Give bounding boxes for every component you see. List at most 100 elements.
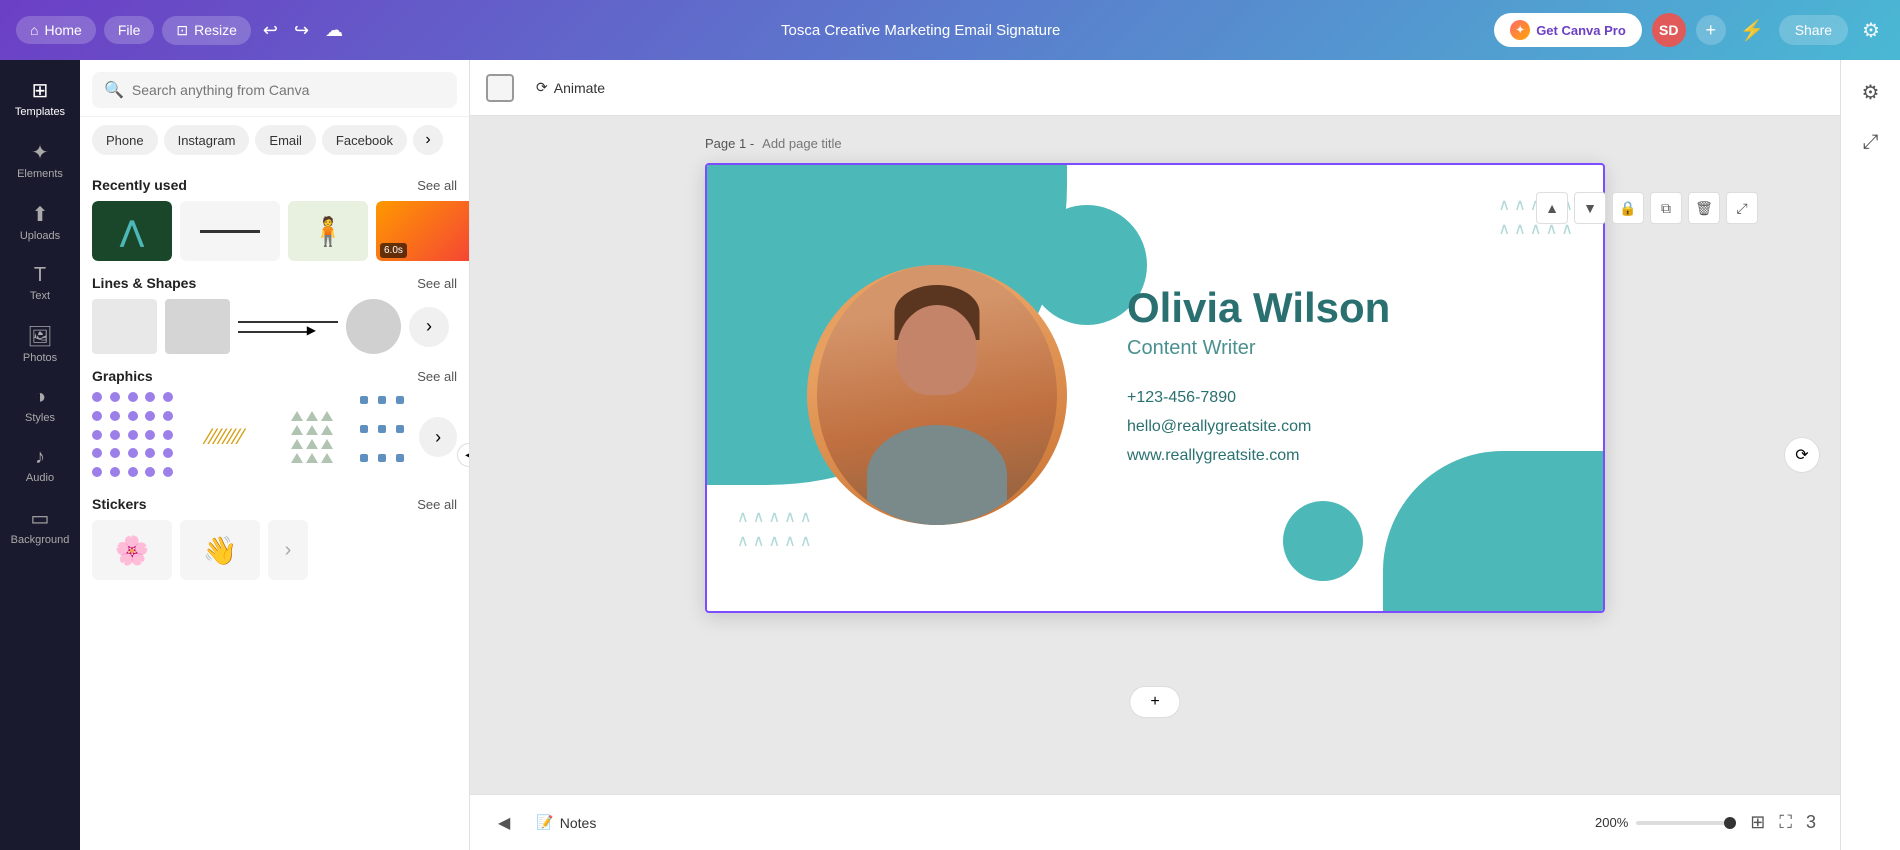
- zoom-thumb[interactable]: [1724, 817, 1736, 829]
- zoom-level: 200%: [1595, 815, 1628, 830]
- search-input-wrap[interactable]: 🔍: [92, 72, 457, 108]
- graphics-see-all[interactable]: See all: [417, 369, 457, 384]
- header-right: ✦ Get Canva Pro SD + ⚡ Share ⚙: [1494, 13, 1884, 47]
- lines-group[interactable]: [238, 321, 338, 333]
- graphic-dot-pattern-purple[interactable]: [92, 392, 177, 482]
- page-count-button[interactable]: 3: [1802, 808, 1820, 837]
- sidebar-item-templates[interactable]: ⊞ Templates: [4, 68, 76, 128]
- sidebar-item-elements[interactable]: ✦ Elements: [4, 130, 76, 190]
- recent-thumb-2[interactable]: [180, 201, 280, 261]
- uploads-icon: ⬆: [32, 202, 49, 227]
- add-page-icon: +: [1150, 693, 1159, 711]
- elements-icon: ✦: [32, 140, 49, 165]
- activity-button[interactable]: ⚡: [1736, 14, 1769, 47]
- search-icon: 🔍: [104, 80, 124, 100]
- shape-square[interactable]: [92, 299, 157, 354]
- shape-circle[interactable]: [346, 299, 401, 354]
- recently-used-see-all[interactable]: See all: [417, 178, 457, 193]
- contact-info: +123-456-7890 hello@reallygreatsite.com …: [1127, 384, 1390, 470]
- canvas-area: ⟳ Animate Page 1 - ▲ ▼ 🔒 ⧉ 🗑 ⤢: [470, 60, 1840, 850]
- user-avatar-button[interactable]: SD: [1652, 13, 1686, 47]
- graphic-dot-grid-blue[interactable]: [356, 392, 413, 482]
- sidebar-item-styles[interactable]: ◑ Styles: [4, 376, 76, 434]
- lines-shapes-header: Lines & Shapes See all: [92, 275, 457, 291]
- filter-tab-phone[interactable]: Phone: [92, 125, 158, 155]
- home-icon: ⌂: [30, 22, 38, 38]
- zoom-track[interactable]: [1636, 821, 1736, 825]
- main-area: ⊞ Templates ✦ Elements ⬆ Uploads T Text …: [0, 60, 1900, 850]
- sidebar-item-background[interactable]: ▭ Background: [4, 496, 76, 556]
- person-body: [867, 425, 1007, 525]
- delete-button[interactable]: 🗑: [1688, 192, 1720, 224]
- recently-used-grid: ⋀ 🧍 6.0s: [92, 201, 457, 261]
- home-button[interactable]: ⌂ Home: [16, 16, 96, 44]
- add-page-button[interactable]: +: [1129, 686, 1180, 718]
- graphics-grid: ⁄⁄⁄⁄⁄⁄⁄⁄: [92, 392, 457, 482]
- lock-button[interactable]: 🔒: [1612, 192, 1644, 224]
- sidebar-item-text[interactable]: T Text: [4, 254, 76, 312]
- graphic-triangle-pattern[interactable]: [274, 392, 350, 482]
- recent-thumb-1[interactable]: ⋀: [92, 201, 172, 261]
- profile-photo[interactable]: [807, 265, 1067, 525]
- get-canva-pro-button[interactable]: ✦ Get Canva Pro: [1494, 13, 1642, 47]
- redo-button[interactable]: ↪: [290, 16, 313, 45]
- expand-button[interactable]: ⤢: [1726, 192, 1758, 224]
- phone-number: +123-456-7890: [1127, 384, 1390, 413]
- file-button[interactable]: File: [104, 16, 155, 44]
- right-panel-button-2[interactable]: ⤢: [1855, 123, 1887, 162]
- page-up-button[interactable]: ▲: [1536, 192, 1568, 224]
- grid-view-button[interactable]: ⊞: [1746, 808, 1769, 837]
- resize-button[interactable]: ⊡ Resize: [162, 16, 251, 45]
- share-button[interactable]: Share: [1779, 15, 1848, 45]
- shapes-more-button[interactable]: ›: [409, 307, 449, 347]
- zoom-bar: 200%: [1595, 815, 1736, 830]
- design-canvas[interactable]: ∧∧∧∧∧ ∧∧∧∧∧ ∧∧∧∧∧ ∧∧∧∧∧ Olivia Wilson Co…: [705, 163, 1605, 613]
- canvas-toolbar: ⟳ Animate: [470, 60, 1840, 116]
- page-label: Page 1 -: [705, 136, 754, 151]
- filter-tab-more-button[interactable]: ›: [413, 125, 443, 155]
- recent-thumb-3[interactable]: 🧍: [288, 201, 368, 261]
- sticker-thumb-1[interactable]: 🌸: [92, 520, 172, 580]
- recently-used-header: Recently used See all: [92, 177, 457, 193]
- settings-button[interactable]: ⚙: [1858, 14, 1884, 47]
- canva-pro-icon: ✦: [1510, 20, 1530, 40]
- sidebar-item-photos[interactable]: 🖼 Photos: [4, 314, 76, 374]
- cloud-save-button[interactable]: ☁: [321, 16, 347, 45]
- filter-tab-email[interactable]: Email: [255, 125, 316, 155]
- fullscreen-button[interactable]: ⛶: [1775, 808, 1796, 837]
- animate-button[interactable]: ⟳ Animate: [526, 73, 615, 102]
- recent-thumb-4[interactable]: 6.0s: [376, 201, 469, 261]
- sidebar-item-uploads[interactable]: ⬆ Uploads: [4, 192, 76, 252]
- stickers-see-all[interactable]: See all: [417, 497, 457, 512]
- filter-tab-instagram[interactable]: Instagram: [164, 125, 250, 155]
- graphic-slash-pattern[interactable]: ⁄⁄⁄⁄⁄⁄⁄⁄: [183, 392, 268, 482]
- icon-nav: ⊞ Templates ✦ Elements ⬆ Uploads T Text …: [0, 60, 80, 850]
- search-input[interactable]: [132, 82, 445, 98]
- line-solid[interactable]: [238, 321, 338, 323]
- right-panel-button-1[interactable]: ⚙: [1854, 72, 1888, 113]
- teal-bottom-right-blob: [1383, 451, 1603, 611]
- graphics-more-button[interactable]: ›: [419, 417, 457, 457]
- line-arrow[interactable]: [238, 331, 338, 333]
- page-down-button[interactable]: ▼: [1574, 192, 1606, 224]
- recently-used-title: Recently used: [92, 177, 187, 193]
- collapse-button[interactable]: ◀: [490, 809, 518, 837]
- background-color-swatch[interactable]: [486, 74, 514, 102]
- notes-button[interactable]: 📝 Notes: [526, 808, 606, 837]
- email-address: hello@reallygreatsite.com: [1127, 413, 1390, 442]
- sticker-add-more[interactable]: ›: [268, 520, 308, 580]
- lines-shapes-see-all[interactable]: See all: [417, 276, 457, 291]
- sticker-thumb-2[interactable]: 👋: [180, 520, 260, 580]
- shape-rect[interactable]: [165, 299, 230, 354]
- undo-button[interactable]: ↩: [259, 16, 282, 45]
- copy-button[interactable]: ⧉: [1650, 192, 1682, 224]
- person-role: Content Writer: [1127, 337, 1390, 360]
- sidebar-item-audio[interactable]: ♪ Audio: [4, 436, 76, 494]
- graphics-title: Graphics: [92, 368, 153, 384]
- page-title-input[interactable]: [762, 136, 938, 151]
- magic-resize-button[interactable]: ⟳: [1784, 437, 1820, 473]
- add-collaborator-button[interactable]: +: [1696, 15, 1726, 45]
- resize-icon: ⊡: [176, 22, 188, 39]
- animate-icon: ⟳: [536, 79, 548, 96]
- filter-tab-facebook[interactable]: Facebook: [322, 125, 407, 155]
